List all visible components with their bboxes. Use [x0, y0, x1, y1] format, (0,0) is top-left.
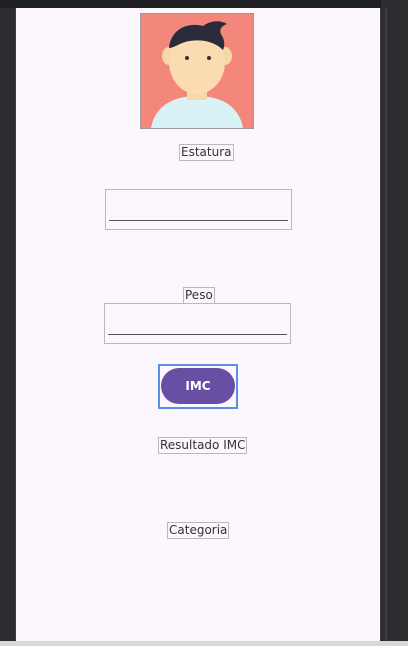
imc-button[interactable]: IMC [161, 368, 235, 404]
weight-label: Peso [183, 287, 215, 304]
person-avatar-icon [140, 13, 254, 129]
bottom-bar [0, 641, 408, 646]
height-field[interactable] [105, 189, 292, 230]
avatar-illustration [141, 14, 253, 128]
result-label: Resultado IMC [158, 437, 248, 454]
app-screen: Estatura Peso IMC Resultado IMC Categori… [15, 8, 381, 642]
weight-field[interactable] [104, 303, 291, 344]
height-label: Estatura [179, 144, 234, 161]
category-label: Categoria [167, 522, 230, 539]
weight-input[interactable] [108, 310, 287, 335]
height-input[interactable] [109, 196, 288, 221]
scrollbar-track [385, 8, 387, 644]
status-bar [0, 0, 408, 8]
imc-button-focus-frame: IMC [158, 364, 238, 409]
